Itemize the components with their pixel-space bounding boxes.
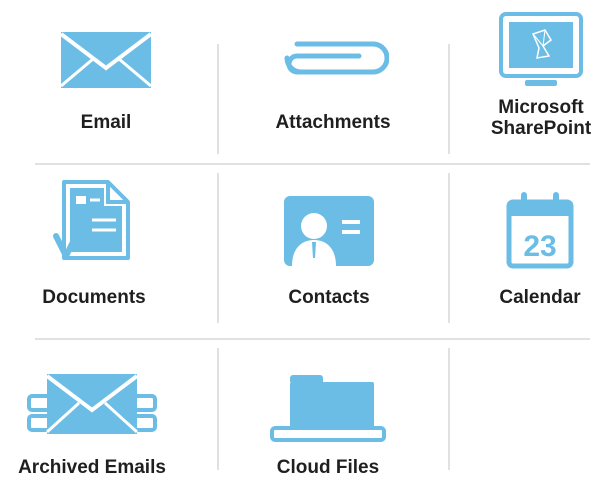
sharepoint-tile[interactable]: Microsoft SharePoint bbox=[441, 10, 601, 150]
contacts-label: Contacts bbox=[288, 287, 370, 308]
attachments-label: Attachments bbox=[275, 112, 391, 133]
archived-emails-tile[interactable]: Archived Emails bbox=[0, 350, 192, 480]
calendar-day-number: 23 bbox=[523, 230, 556, 263]
column-divider bbox=[448, 348, 450, 470]
sharepoint-monitor-icon bbox=[499, 12, 583, 86]
calendar-tile[interactable]: 23 Calendar bbox=[440, 176, 601, 316]
calendar-label: Calendar bbox=[499, 287, 581, 308]
sharepoint-label-line1: Microsoft bbox=[498, 97, 584, 118]
column-divider bbox=[217, 44, 219, 154]
contact-card-icon bbox=[284, 196, 374, 266]
sharepoint-label-line2: SharePoint bbox=[490, 118, 592, 139]
row-divider bbox=[35, 163, 590, 165]
documents-tile[interactable]: Documents bbox=[0, 176, 194, 316]
paperclip-icon bbox=[284, 41, 389, 75]
attachments-tile[interactable]: Attachments bbox=[233, 30, 433, 140]
contacts-tile[interactable]: Contacts bbox=[229, 176, 429, 316]
column-divider bbox=[217, 173, 219, 323]
email-tile[interactable]: Email bbox=[6, 30, 206, 140]
cloud-files-label: Cloud Files bbox=[276, 457, 380, 478]
calendar-icon: 23 bbox=[506, 192, 574, 269]
features-grid: Email Attachments Microsoft SharePoint D… bbox=[0, 0, 601, 484]
documents-label: Documents bbox=[42, 287, 146, 308]
row-divider bbox=[35, 338, 590, 340]
folder-icon bbox=[270, 375, 386, 442]
cloud-files-tile[interactable]: Cloud Files bbox=[228, 350, 428, 480]
envelope-icon bbox=[61, 32, 151, 88]
document-check-icon bbox=[53, 180, 130, 260]
archived-emails-label: Archived Emails bbox=[18, 457, 166, 478]
archived-envelope-icon bbox=[27, 374, 157, 434]
column-divider bbox=[217, 348, 219, 470]
email-label: Email bbox=[80, 112, 132, 133]
